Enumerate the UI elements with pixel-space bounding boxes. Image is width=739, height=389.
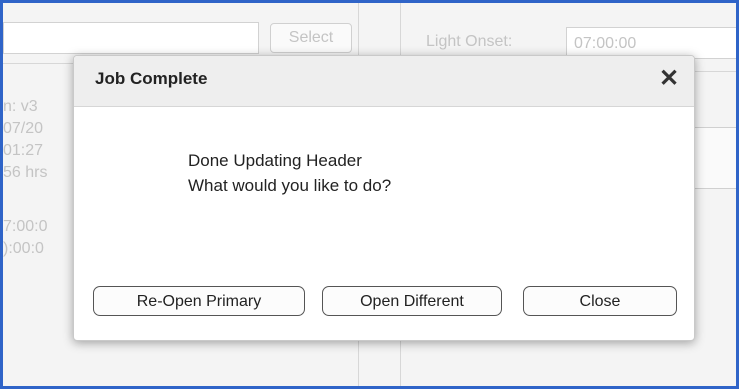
dialog-message-line1: Done Updating Header	[188, 151, 362, 170]
info-fragment: n: v3	[3, 98, 38, 115]
open-different-button[interactable]: Open Different	[322, 286, 502, 316]
info-fragment: ):00:0	[3, 240, 44, 257]
light-onset-value: 07:00:00	[574, 35, 637, 52]
job-complete-dialog: Job Complete ✕ Done Updating Header What…	[73, 55, 695, 341]
reopen-primary-button[interactable]: Re-Open Primary	[93, 286, 305, 316]
select-button[interactable]: Select	[270, 23, 352, 53]
dialog-title: Job Complete	[95, 69, 208, 88]
info-fragment: 01:27	[3, 142, 44, 159]
close-icon[interactable]: ✕	[658, 66, 680, 92]
info-fragment: 56 hrs	[3, 164, 48, 181]
info-fragment: 07/20	[3, 120, 44, 137]
file-path-input[interactable]	[3, 22, 259, 54]
info-fragment: 7:00:0	[3, 218, 48, 235]
dialog-header: Job Complete ✕	[74, 56, 694, 107]
dialog-message-line2: What would you like to do?	[188, 176, 392, 195]
close-button[interactable]: Close	[523, 286, 677, 316]
app-frame: Select Light Onset: 07:00:00 n: v3 07/20…	[0, 0, 739, 389]
light-onset-label: Light Onset:	[426, 33, 513, 50]
